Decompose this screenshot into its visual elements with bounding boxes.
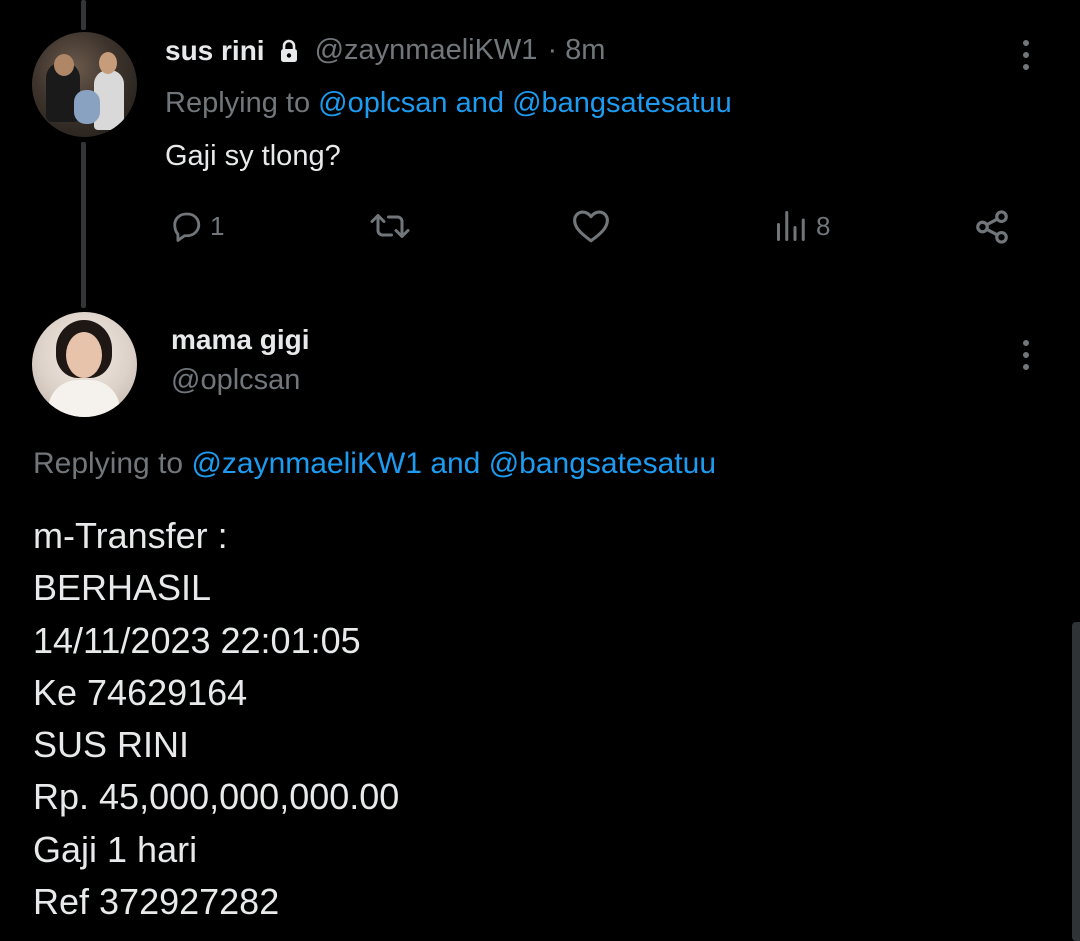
post-time[interactable]: · 8m <box>547 34 605 67</box>
replying-and: and <box>430 447 481 480</box>
post2-replying-to: Replying to @zaynmaeliKW1 and @bangsates… <box>33 447 716 481</box>
post1-text: Gaji sy tlong? <box>165 140 341 172</box>
mention-link[interactable]: @bangsatesatuu <box>512 87 732 119</box>
avatar-mama-gigi[interactable] <box>32 312 137 417</box>
mention-link[interactable]: @bangsatesatuu <box>489 447 716 480</box>
reply-button[interactable]: 1 <box>168 208 224 244</box>
thread-line-top <box>81 0 86 30</box>
like-button[interactable] <box>571 208 611 244</box>
more-icon[interactable] <box>1021 40 1031 76</box>
post-text-line: m-Transfer : <box>33 515 228 556</box>
post1-replying-to: Replying to @oplcsan and @bangsatesatuu <box>165 87 732 120</box>
post-text-line: Gaji 1 hari <box>33 828 198 870</box>
post-text-line: 14/11/2023 22:01:05 <box>33 619 361 661</box>
mention-link[interactable]: @zaynmaeliKW1 <box>191 447 422 480</box>
retweet-icon <box>370 214 410 238</box>
post-text-line: Ref 372927282 <box>33 881 280 923</box>
replying-label: Replying to <box>33 447 184 480</box>
reply-count: 1 <box>210 210 225 241</box>
user-handle[interactable]: @zaynmaeliKW1 <box>315 34 538 67</box>
user-handle[interactable]: @oplcsan <box>171 364 300 397</box>
share-button[interactable] <box>973 208 1011 246</box>
views-button[interactable]: 8 <box>774 208 830 244</box>
avatar-figure <box>66 332 102 378</box>
views-count: 8 <box>816 210 831 241</box>
display-name[interactable]: sus rini <box>165 35 265 67</box>
display-name[interactable]: mama gigi <box>171 324 309 356</box>
avatar-sus-rini[interactable] <box>32 32 137 137</box>
replying-and: and <box>455 87 505 119</box>
post1-action-bar: 1 8 <box>0 208 1080 252</box>
avatar-figure <box>99 52 117 74</box>
post-text-line: SUS RINI <box>33 724 190 766</box>
replying-label: Replying to <box>165 87 311 119</box>
post-text-line: Rp. 45,000,000,000.00 <box>33 776 400 818</box>
post-text-line: Ke 74629164 <box>33 671 248 713</box>
post1-header: sus rini @zaynmaeliKW1 · 8m <box>165 34 605 67</box>
more-icon[interactable] <box>1021 340 1031 376</box>
avatar-figure <box>54 54 74 76</box>
share-icon <box>976 210 1008 244</box>
retweet-button[interactable] <box>368 208 412 244</box>
post-text-line: BERHASIL <box>33 567 212 609</box>
mention-link[interactable]: @oplcsan <box>318 87 447 119</box>
like-icon <box>573 210 609 243</box>
avatar-figure <box>74 90 100 124</box>
post2-text: m-Transfer : BERHASIL 14/11/2023 22:01:0… <box>33 510 399 928</box>
scrollbar[interactable] <box>1072 622 1080 941</box>
reply-icon <box>173 212 201 242</box>
lock-icon <box>279 39 299 63</box>
views-icon <box>777 211 805 241</box>
avatar-figure <box>48 380 120 417</box>
